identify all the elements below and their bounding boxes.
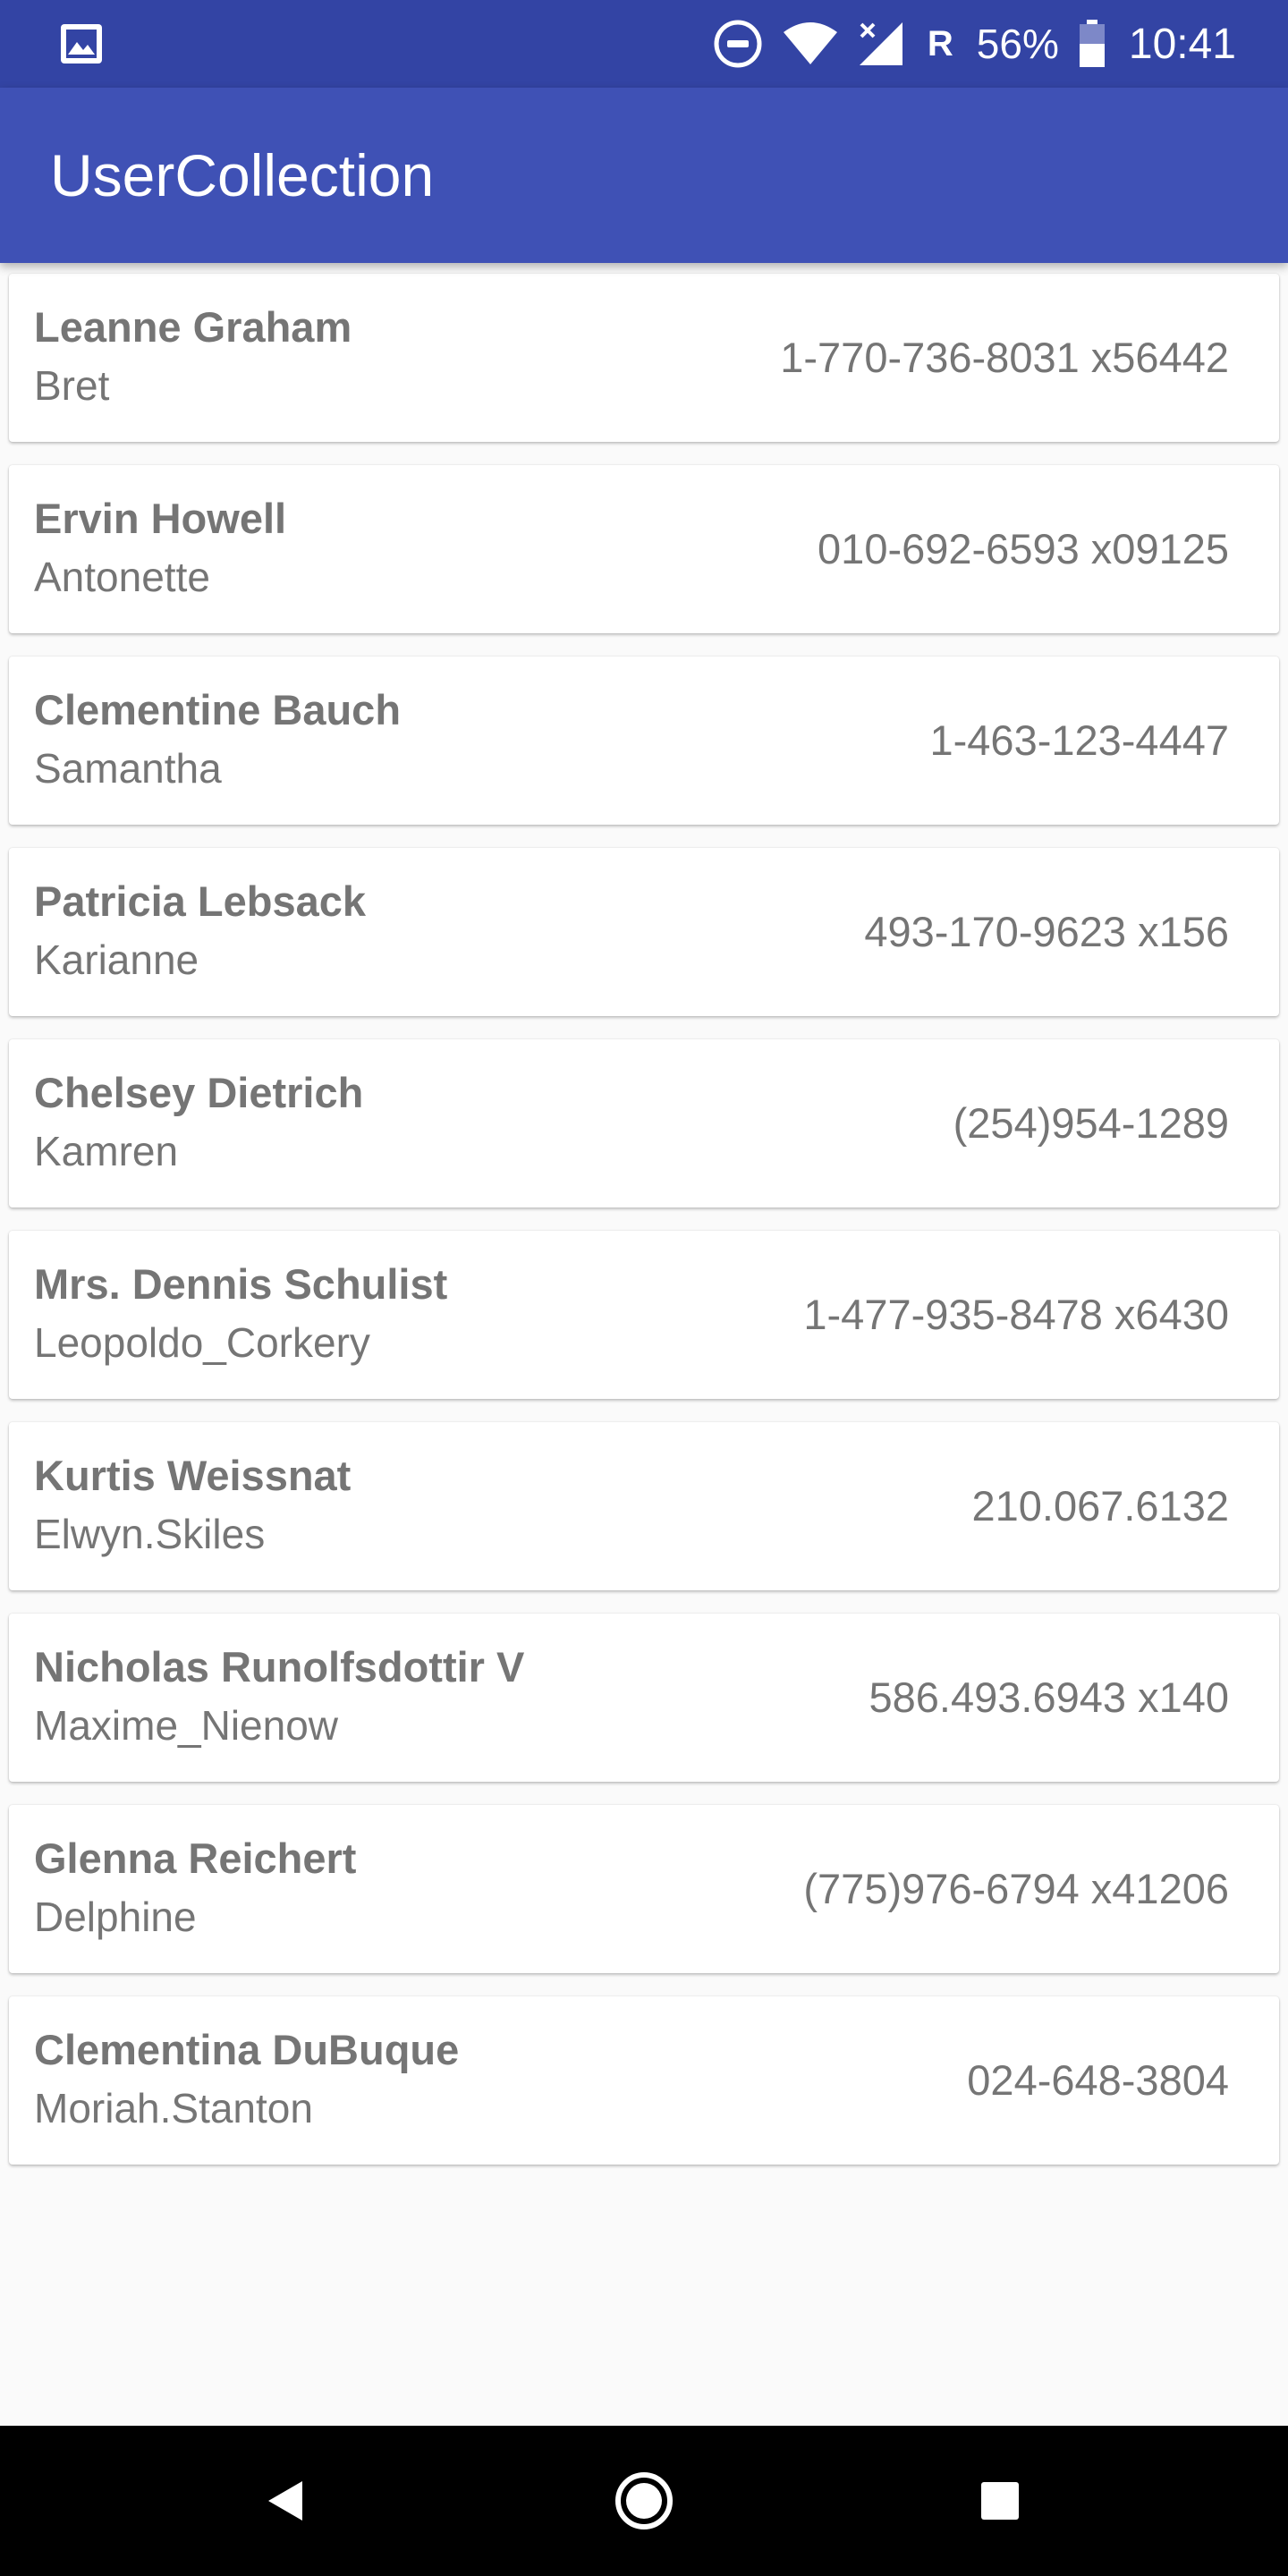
user-name: Mrs. Dennis Schulist [34,1260,448,1308]
user-card[interactable]: Clementina DuBuque Moriah.Stanton 024-648-… [9,1996,1279,2165]
user-name: Nicholas Runolfsdottir V [34,1643,525,1690]
user-username: Elwyn.Skiles [34,1511,266,1557]
home-button[interactable] [555,2426,733,2576]
user-name: Patricia Lebsack [34,877,366,925]
user-card[interactable]: Patricia Lebsack Karianne 493-170-9623 x15… [9,848,1279,1016]
user-name: Clementina DuBuque [34,2026,460,2073]
back-button[interactable] [197,2426,376,2576]
app-title: UserCollection [50,142,435,208]
user-username: Leopoldo_Corkery [34,1319,370,1366]
user-phone: 1-463-123-4447 [929,716,1230,764]
battery-icon [1079,20,1105,67]
user-phone: 586.493.6943 x140 [869,1674,1229,1721]
image-icon [61,24,102,64]
user-phone: (775)976-6794 x41206 [803,1865,1229,1912]
back-icon [268,2481,302,2521]
user-card[interactable]: Kurtis Weissnat Elwyn.Skiles 210.067.6132 [9,1422,1279,1590]
battery-percent: 56% [976,21,1059,67]
user-name: Kurtis Weissnat [34,1452,352,1499]
user-phone: 1-770-736-8031 x56442 [780,334,1229,381]
recents-icon [981,2482,1019,2520]
user-card[interactable]: Clementine Bauch Samantha 1-463-123-4447 [9,657,1279,825]
user-username: Karianne [34,936,199,983]
user-username: Antonette [34,554,210,600]
user-phone: (254)954-1289 [953,1099,1229,1147]
do-not-disturb-icon [714,20,762,68]
user-username: Bret [34,362,110,409]
user-phone: 210.067.6132 [971,1482,1229,1530]
user-username: Maxime_Nienow [34,1702,339,1749]
home-icon [615,2472,673,2529]
user-card[interactable]: Mrs. Dennis Schulist Leopoldo_Corkery 1-47… [9,1231,1279,1399]
user-phone: 493-170-9623 x156 [864,908,1229,955]
signal-icon [859,22,902,65]
navigation-bar [0,2426,1288,2576]
user-phone: 1-477-935-8478 x6430 [803,1291,1229,1338]
app-bar: UserCollection [0,88,1288,263]
user-username: Samantha [34,745,222,792]
user-name: Clementine Bauch [34,686,402,733]
user-username: Delphine [34,1894,197,1940]
user-phone: 010-692-6593 x09125 [818,525,1229,572]
user-card[interactable]: Nicholas Runolfsdottir V Maxime_Nienow 586… [9,1614,1279,1782]
user-name: Glenna Reichert [34,1835,357,1882]
user-phone: 024-648-3804 [967,2056,1229,2104]
clock: 10:41 [1128,20,1236,68]
user-card[interactable]: Ervin Howell Antonette 010-692-6593 x09125 [9,465,1279,633]
status-bar: R 56% 10:41 [0,0,1288,88]
user-list: Leanne Graham Bret 1-770-736-8031 x56442 Er… [9,274,1279,2188]
roaming-indicator: R [927,23,953,64]
user-card[interactable]: Glenna Reichert Delphine (775)976-6794 x41… [9,1805,1279,1973]
user-username: Kamren [34,1128,179,1174]
user-card[interactable]: Leanne Graham Bret 1-770-736-8031 x56442 [9,274,1279,442]
user-name: Ervin Howell [34,495,287,542]
recents-button[interactable] [911,2426,1089,2576]
user-card[interactable]: Chelsey Dietrich Kamren (254)954-1289 [9,1039,1279,1208]
user-username: Moriah.Stanton [34,2085,313,2131]
user-name: Leanne Graham [34,303,352,351]
user-name: Chelsey Dietrich [34,1069,364,1116]
wifi-icon [783,22,837,64]
